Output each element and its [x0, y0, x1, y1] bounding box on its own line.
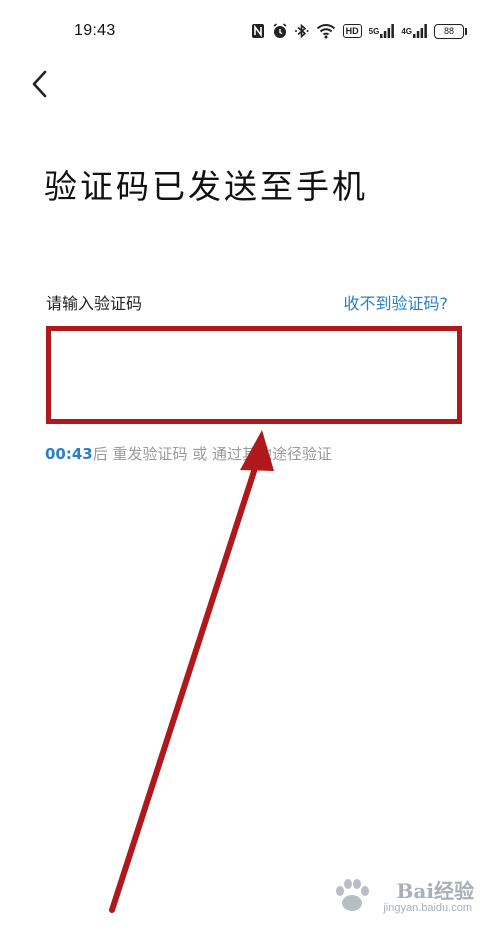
battery-icon: 88	[434, 23, 467, 39]
bluetooth-icon	[294, 23, 309, 39]
watermark-url: jingyan.baidu.com	[383, 902, 472, 914]
nfc-icon	[251, 23, 265, 39]
back-button[interactable]	[26, 64, 56, 104]
resend-text[interactable]: 后 重发验证码 或 通过其他途径验证	[93, 445, 332, 463]
status-bar: 19:43 HD 5G 4G 88	[0, 0, 500, 62]
baidu-jingyan-watermark: Bai经验 jingyan.baidu.com	[324, 871, 474, 923]
baidu-paw-logo	[336, 879, 369, 911]
watermark-brand: Bai经验	[396, 879, 474, 903]
countdown-timer: 00:43	[45, 445, 93, 463]
status-time: 19:43	[74, 22, 116, 39]
resend-row: 00:43后 重发验证码 或 通过其他途径验证	[45, 443, 332, 464]
page-title: 验证码已发送至手机	[44, 167, 368, 206]
status-icons: HD 5G 4G 88	[251, 22, 467, 40]
hd-voice-icon: HD	[342, 24, 362, 38]
signal-icon-1: 5G	[369, 24, 395, 38]
chevron-left-icon	[32, 70, 47, 98]
battery-level: 88	[443, 25, 454, 36]
signal-icon-2: 4G	[401, 24, 427, 38]
cant-receive-code-link[interactable]: 收不到验证码?	[344, 290, 449, 314]
verification-code-input[interactable]	[46, 326, 462, 424]
alarm-icon	[272, 23, 288, 39]
annotation-arrow	[109, 430, 274, 913]
wifi-icon	[316, 23, 336, 39]
code-input-label: 请输入验证码	[46, 294, 143, 313]
